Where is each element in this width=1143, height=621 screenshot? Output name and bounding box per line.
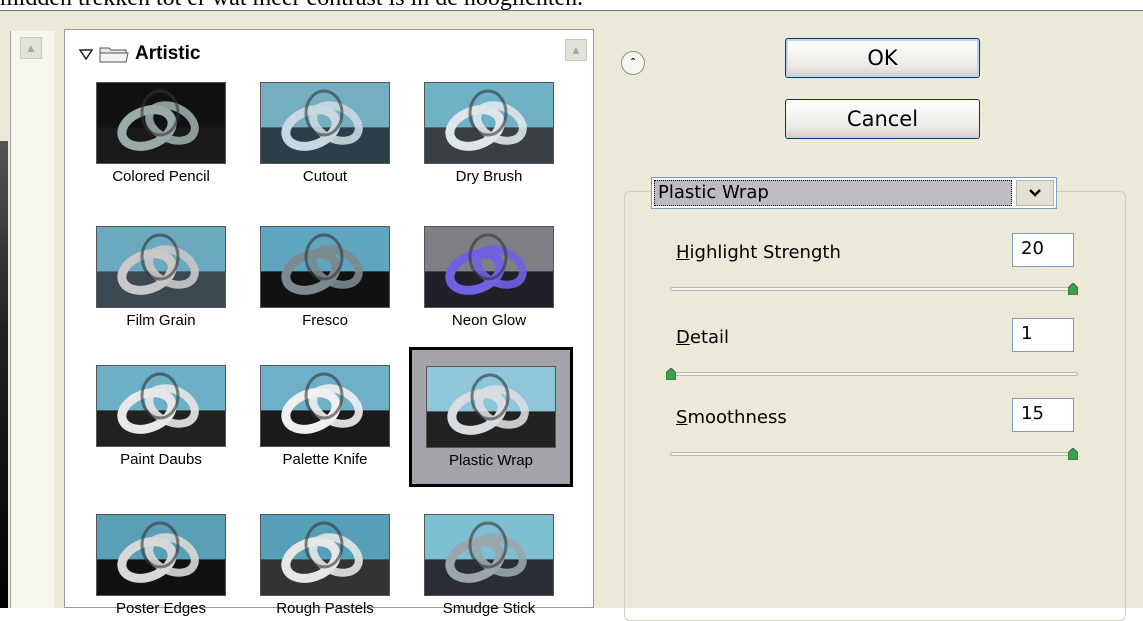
filter-gallery-dialog: ▲ Artistic ▲ Colored Pencil Cutout Dry Bru… bbox=[0, 11, 1143, 621]
filter-thumb-label: Neon Glow bbox=[451, 312, 527, 329]
folder-icon bbox=[99, 47, 129, 63]
filter-preview-image bbox=[96, 514, 226, 596]
filter-preview-image bbox=[96, 226, 226, 308]
category-title: Artistic bbox=[135, 43, 201, 64]
slider-thumb-icon[interactable] bbox=[1068, 448, 1078, 460]
ok-button[interactable]: OK bbox=[785, 38, 980, 78]
filter-preview-image bbox=[424, 226, 554, 308]
caption-text: midden trekken tot er wat meer contrast … bbox=[0, 0, 1143, 10]
filter-select[interactable]: Plastic Wrap bbox=[651, 177, 1057, 209]
param-label-rest: ighlight Strength bbox=[689, 242, 841, 263]
param-label: Detail bbox=[676, 327, 729, 348]
param-value-input[interactable]: 1 bbox=[1012, 318, 1074, 352]
param-label-rest: moothness bbox=[687, 407, 787, 428]
filter-thumb-label: Film Grain bbox=[126, 312, 196, 329]
filter-preview-image bbox=[260, 365, 390, 447]
filter-thumb-palette-knife[interactable]: Palette Knife bbox=[243, 365, 407, 471]
slider-thumb-icon[interactable] bbox=[1068, 283, 1078, 295]
filter-preview-image bbox=[424, 82, 554, 164]
filter-preview-image bbox=[96, 365, 226, 447]
preview-edge bbox=[0, 141, 8, 608]
filter-thumb-dry-brush[interactable]: Dry Brush bbox=[407, 82, 571, 188]
filter-preview-image bbox=[260, 514, 390, 596]
filter-select-value: Plastic Wrap bbox=[654, 180, 1012, 206]
preview-pane: ▲ bbox=[10, 31, 54, 608]
filter-preview-image bbox=[424, 514, 554, 596]
double-chevron-up-icon[interactable]: ˆ bbox=[621, 51, 645, 75]
filter-thumb-poster-edges[interactable]: Poster Edges bbox=[79, 514, 243, 620]
filter-thumb-rough-pastels[interactable]: Rough Pastels bbox=[243, 514, 407, 620]
cancel-button[interactable]: Cancel bbox=[785, 99, 980, 139]
filter-preview-image bbox=[260, 82, 390, 164]
param-label-rest: etail bbox=[689, 327, 730, 348]
param-label: Highlight Strength bbox=[676, 242, 841, 263]
filter-preview-image bbox=[96, 82, 226, 164]
filter-thumb-smudge-stick[interactable]: Smudge Stick bbox=[407, 514, 571, 620]
filter-thumb-fresco[interactable]: Fresco bbox=[243, 226, 407, 332]
filter-thumb-film-grain[interactable]: Film Grain bbox=[79, 226, 243, 332]
filter-thumb-label: Palette Knife bbox=[282, 451, 368, 468]
filter-thumb-colored-pencil[interactable]: Colored Pencil bbox=[79, 82, 243, 188]
param-label-mnemonic: H bbox=[676, 242, 690, 263]
param-label-mnemonic: S bbox=[676, 407, 688, 428]
param-slider-track[interactable] bbox=[670, 372, 1078, 376]
filter-gallery: Artistic ▲ Colored Pencil Cutout Dry Brush… bbox=[64, 29, 594, 617]
filter-thumb-label: Rough Pastels bbox=[276, 600, 374, 617]
filter-thumb-label: Smudge Stick bbox=[442, 600, 536, 617]
filter-thumb-label: Poster Edges bbox=[115, 600, 207, 617]
slider-thumb-icon[interactable] bbox=[666, 368, 676, 380]
param-value-input[interactable]: 15 bbox=[1012, 398, 1074, 432]
filter-thumb-label: Plastic Wrap bbox=[449, 452, 533, 469]
filter-thumb-label: Cutout bbox=[302, 168, 348, 185]
preview-scroll-up-button[interactable]: ▲ bbox=[20, 37, 42, 59]
triangle-down-icon[interactable] bbox=[79, 47, 93, 61]
param-label-mnemonic: D bbox=[676, 327, 690, 348]
filter-thumb-label: Dry Brush bbox=[455, 168, 523, 185]
param-value-input[interactable]: 20 bbox=[1012, 233, 1074, 267]
filter-preview-image bbox=[426, 366, 556, 448]
param-slider-track[interactable] bbox=[670, 287, 1078, 291]
category-header[interactable]: Artistic bbox=[79, 42, 200, 66]
filter-thumb-label: Fresco bbox=[302, 312, 348, 329]
param-slider-track[interactable] bbox=[670, 452, 1078, 456]
param-label: Smoothness bbox=[676, 407, 787, 428]
chevron-down-icon[interactable] bbox=[1016, 180, 1054, 206]
filter-thumb-neon-glow[interactable]: Neon Glow bbox=[407, 226, 571, 332]
filter-thumb-plastic-wrap[interactable]: Plastic Wrap bbox=[409, 347, 573, 487]
gallery-scroll-up-button[interactable]: ▲ bbox=[565, 39, 587, 61]
filter-thumb-cutout[interactable]: Cutout bbox=[243, 82, 407, 188]
filter-thumb-label: Paint Daubs bbox=[120, 451, 202, 468]
filter-thumb-label: Colored Pencil bbox=[112, 168, 210, 185]
filter-preview-image bbox=[260, 226, 390, 308]
filter-thumb-paint-daubs[interactable]: Paint Daubs bbox=[79, 365, 243, 471]
